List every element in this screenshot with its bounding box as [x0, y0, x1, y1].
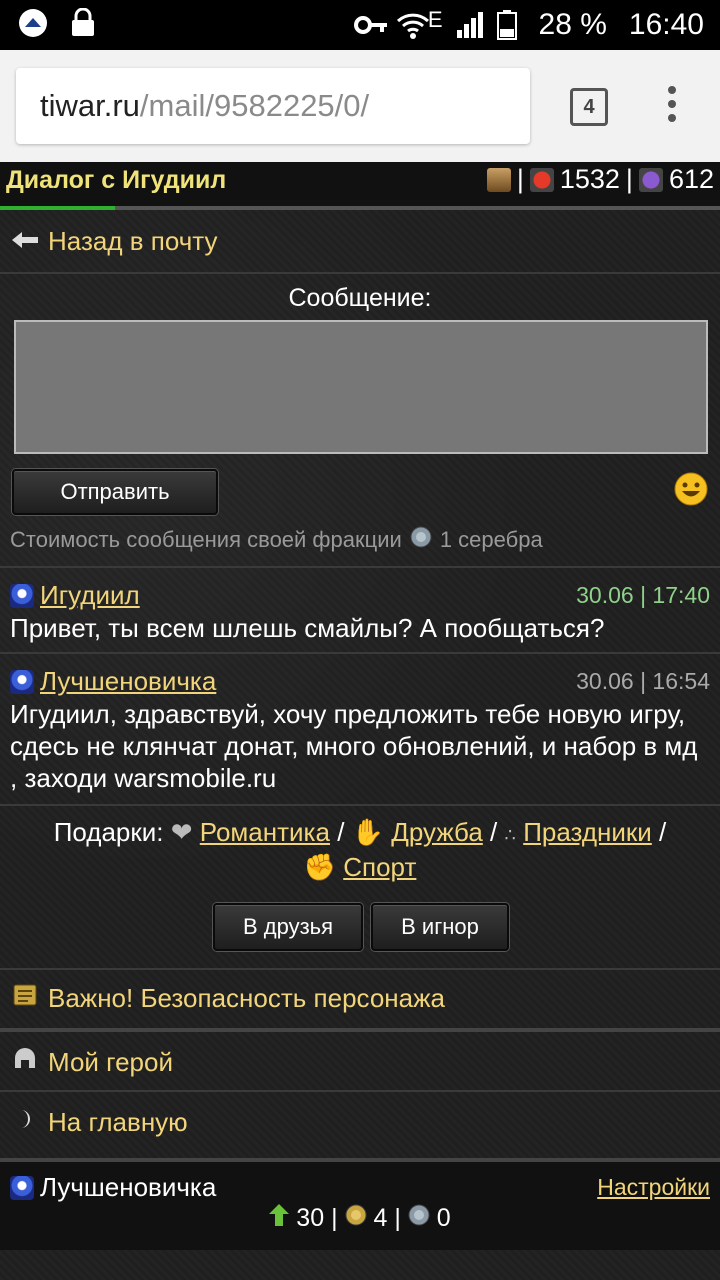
- battery-icon: [496, 10, 527, 40]
- divider: [0, 1090, 720, 1092]
- overflow-menu-icon[interactable]: [665, 86, 679, 126]
- helmet-icon: [12, 1046, 38, 1079]
- key-icon: [353, 10, 387, 40]
- confetti-icon: ∴: [504, 825, 516, 845]
- gift-romance-link[interactable]: Романтика: [200, 817, 330, 847]
- gift-friendship-link[interactable]: Дружба: [391, 817, 483, 847]
- back-to-mail-label: Назад в почту: [48, 226, 218, 256]
- gold-coin-icon: [345, 1204, 374, 1232]
- signal-icon: [455, 10, 485, 40]
- footer-stats: 30 | 4 | 0: [0, 1204, 720, 1233]
- clock: 16:40: [628, 8, 704, 41]
- divider: [0, 1028, 720, 1032]
- my-hero-link[interactable]: Мой герой: [12, 1046, 173, 1079]
- silver-coin-icon: [408, 1204, 437, 1232]
- status-bar: E 28 % 16:40: [0, 0, 720, 50]
- security-label: Важно! Безопасность персонажа: [48, 983, 445, 1013]
- network-type: E: [427, 7, 443, 32]
- smiley-icon[interactable]: [674, 472, 708, 511]
- stat-separator: |: [394, 1204, 401, 1232]
- footer-username: Лучшеновичка: [40, 1172, 217, 1202]
- ignore-button[interactable]: В игнор: [371, 903, 509, 951]
- health-value: 1532: [559, 164, 620, 194]
- footer-user: Лучшеновичка: [10, 1172, 216, 1203]
- gold-value: 4: [373, 1204, 388, 1232]
- divider: [0, 968, 720, 970]
- divider: [0, 652, 720, 654]
- slash: /: [337, 817, 345, 847]
- battery-percent: 28 %: [538, 8, 607, 41]
- gift-holidays-link[interactable]: Праздники: [523, 817, 652, 847]
- message-label: Сообщение:: [288, 284, 432, 312]
- app-notification-icon: [18, 8, 48, 38]
- author-link[interactable]: Лучшеновичка: [40, 666, 216, 697]
- moon-icon: [12, 1106, 38, 1139]
- energy-value: 612: [668, 164, 714, 194]
- header-separator: |: [625, 164, 633, 194]
- gifts-label: Подарки:: [53, 817, 164, 847]
- mail-icon[interactable]: [486, 167, 511, 192]
- stat-separator: |: [331, 1204, 338, 1232]
- message-time: 30.06 | 17:40: [576, 582, 710, 608]
- settings-link[interactable]: Настройки: [597, 1174, 710, 1201]
- silver-coin-icon: [410, 526, 432, 554]
- message-cost: Стоимость сообщения своей фракции 1 сере…: [10, 526, 543, 554]
- message-author: Игудиил: [10, 580, 140, 611]
- footer: Лучшеновичка Настройки 30 | 4 | 0: [0, 1158, 720, 1250]
- back-to-mail-link[interactable]: Назад в почту: [12, 226, 217, 257]
- header-separator: |: [516, 164, 524, 194]
- message-textarea[interactable]: [14, 320, 708, 454]
- my-hero-label: Мой герой: [48, 1047, 173, 1077]
- author-link[interactable]: Игудиил: [40, 580, 140, 611]
- energy-icon: [638, 167, 663, 192]
- message-text: Игудиил, здравствуй, хочу предложить теб…: [10, 699, 698, 793]
- level-value: 30: [296, 1204, 325, 1232]
- header-stats: | 1532 | 612: [486, 164, 714, 195]
- fist-icon: ✋: [351, 817, 385, 847]
- level-up-icon: [269, 1204, 296, 1232]
- gifts-section: Подарки: ❤ Романтика / ✋ Дружба / ∴ Праз…: [0, 816, 720, 883]
- add-friend-button[interactable]: В друзья: [213, 903, 363, 951]
- url-host: tiwar.ru: [40, 88, 140, 123]
- lock-icon: [70, 7, 100, 38]
- divider: [0, 566, 720, 568]
- cost-value: 1 серебра: [439, 527, 543, 552]
- scroll-icon: [12, 982, 38, 1015]
- page-header: Диалог с Игудиил | 1532 | 612: [0, 162, 720, 206]
- cost-label: Стоимость сообщения своей фракции: [10, 527, 402, 552]
- faction-icon: [10, 669, 34, 694]
- slash: /: [659, 817, 667, 847]
- faction-icon: [10, 1175, 34, 1200]
- game-page: Диалог с Игудиил | 1532 | 612 Назад в по…: [0, 162, 720, 1280]
- arrow-left-icon: [12, 226, 38, 257]
- heart-icon: ❤: [170, 817, 193, 847]
- wifi-icon: [396, 10, 429, 40]
- security-link[interactable]: Важно! Безопасность персонажа: [12, 982, 445, 1015]
- send-button[interactable]: Отправить: [12, 469, 218, 515]
- url-field[interactable]: tiwar.ru/mail/9582225/0/: [16, 68, 530, 144]
- fist-icon: ✊: [303, 852, 336, 882]
- message-text: Привет, ты всем шлешь смайлы? А пообщать…: [10, 613, 605, 643]
- browser-toolbar: tiwar.ru/mail/9582225/0/ 4: [0, 50, 720, 162]
- message-author: Лучшеновичка: [10, 666, 216, 697]
- home-link[interactable]: На главную: [12, 1106, 188, 1139]
- slash: /: [490, 817, 498, 847]
- divider: [0, 272, 720, 274]
- experience-progress-fill: [0, 206, 116, 210]
- silver-value: 0: [436, 1204, 451, 1232]
- health-icon: [529, 167, 554, 192]
- home-label: На главную: [48, 1107, 188, 1137]
- page-title: Диалог с Игудиил: [6, 166, 227, 194]
- tab-switcher-button[interactable]: 4: [570, 88, 608, 126]
- experience-progress-bar: [0, 206, 720, 210]
- faction-icon: [10, 583, 34, 608]
- divider: [0, 804, 720, 806]
- gift-sport-link[interactable]: Спорт: [343, 852, 416, 882]
- message-time: 30.06 | 16:54: [576, 668, 710, 694]
- url-path: /mail/9582225/0/: [139, 88, 370, 123]
